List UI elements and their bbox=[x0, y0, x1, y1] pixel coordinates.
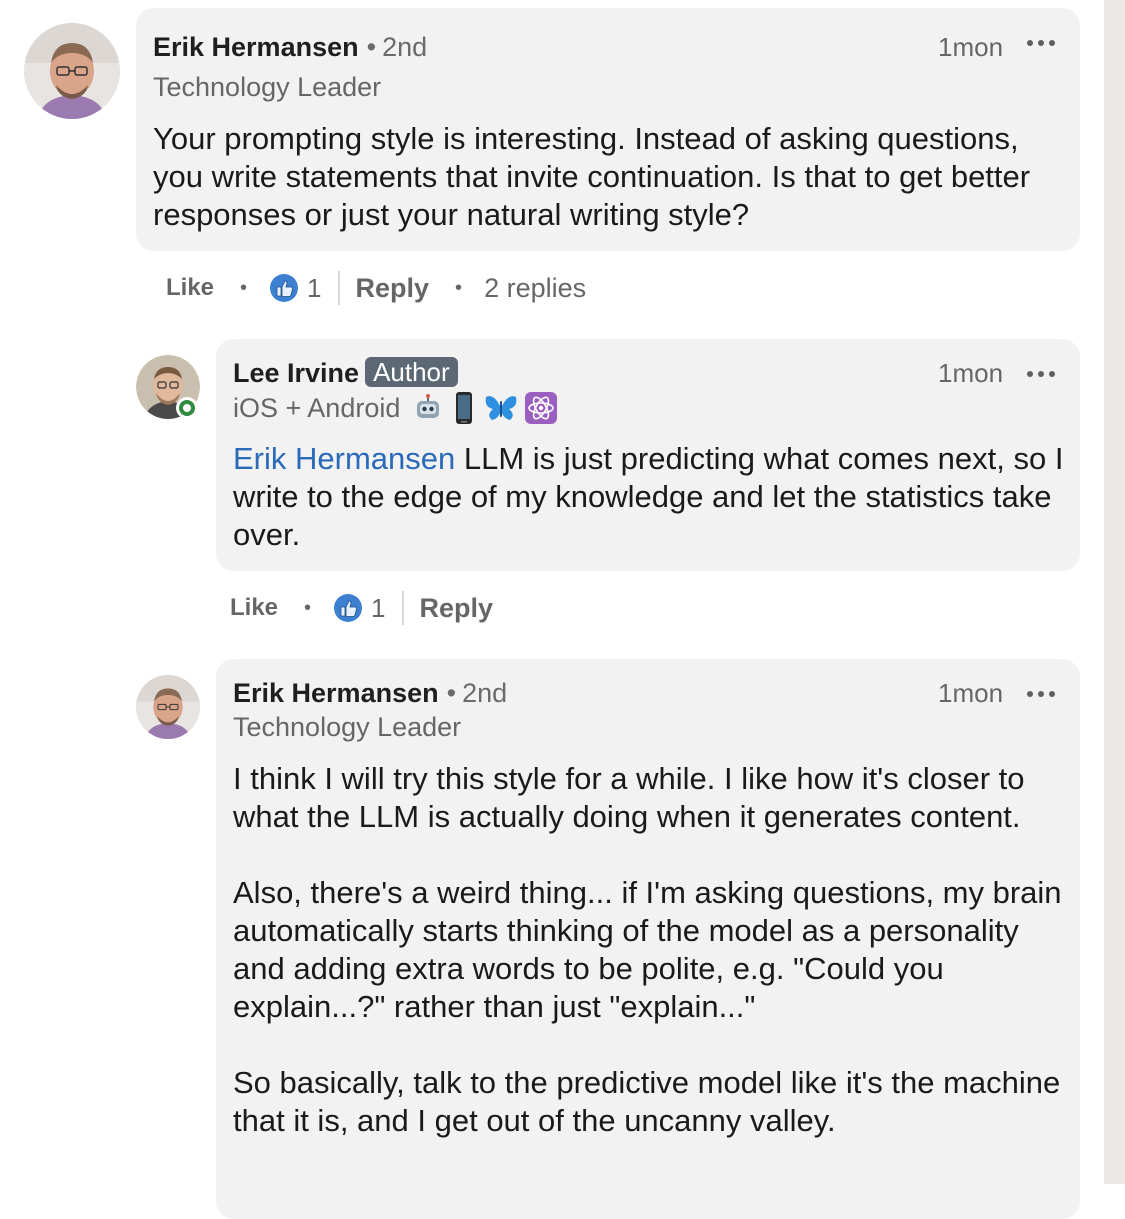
author-badge: Author bbox=[365, 357, 458, 387]
comment-text: Your prompting style is interesting. Ins… bbox=[153, 121, 1031, 232]
author-headline: Technology Leader bbox=[233, 712, 462, 742]
divider bbox=[401, 591, 404, 625]
author-name[interactable]: Lee Irvine bbox=[233, 358, 359, 388]
reaction-count[interactable]: 1 bbox=[307, 272, 321, 304]
reply-time: 1mon bbox=[938, 358, 1004, 388]
avatar-lee-irvine[interactable] bbox=[136, 355, 200, 419]
like-button[interactable]: Like bbox=[166, 272, 214, 304]
more-options-icon[interactable] bbox=[1027, 689, 1057, 699]
author-headline: Technology Leader bbox=[153, 72, 382, 102]
reply-text: Erik Hermansen LLM is just predicting wh… bbox=[233, 440, 1068, 554]
connection-degree: 2nd bbox=[462, 678, 508, 708]
separator-dot: • bbox=[304, 597, 312, 619]
separator-dot: • bbox=[366, 32, 377, 62]
avatar-erik-hermansen[interactable] bbox=[24, 23, 120, 119]
robot-icon bbox=[417, 394, 440, 418]
mention-link[interactable]: Erik Hermansen bbox=[233, 441, 455, 476]
replies-count-link[interactable]: 2 replies bbox=[484, 272, 586, 304]
online-status-indicator bbox=[176, 397, 198, 419]
author-name[interactable]: Erik Hermansen bbox=[153, 32, 359, 62]
reply-button[interactable]: Reply bbox=[356, 272, 430, 304]
more-options-icon[interactable] bbox=[1027, 369, 1057, 379]
connection-degree: 2nd bbox=[382, 32, 428, 62]
divider bbox=[337, 271, 340, 305]
comment-author-line: Erik Hermansen • 2nd bbox=[153, 31, 427, 63]
comment-actions: Like • 1 Reply • 2 replies bbox=[166, 271, 586, 305]
reaction-count[interactable]: 1 bbox=[371, 592, 385, 624]
comment-time: 1mon bbox=[938, 32, 1004, 62]
butterfly-icon bbox=[485, 396, 517, 420]
separator-dot: • bbox=[455, 277, 463, 299]
author-headline-line: iOS + Android bbox=[233, 391, 558, 425]
right-scroll-gutter bbox=[1104, 0, 1125, 1184]
reply-actions: Like • 1 Reply bbox=[230, 591, 493, 625]
avatar-photo-icon bbox=[24, 23, 120, 119]
reply-paragraph: I think I will try this style for a whil… bbox=[233, 761, 1025, 834]
reply-author-line: Erik Hermansen • 2nd bbox=[233, 677, 507, 709]
atom-icon bbox=[525, 392, 558, 424]
reply-paragraph: Also, there's a weird thing... if I'm as… bbox=[233, 875, 1062, 1024]
separator-dot: • bbox=[240, 277, 248, 299]
reply-text: I think I will try this style for a whil… bbox=[233, 760, 1068, 1140]
more-options-icon[interactable] bbox=[1027, 38, 1057, 48]
avatar-photo-icon bbox=[136, 675, 200, 739]
like-reaction-icon[interactable] bbox=[269, 273, 299, 303]
like-button[interactable]: Like bbox=[230, 592, 278, 624]
reply-paragraph: So basically, talk to the predictive mod… bbox=[233, 1065, 1061, 1138]
reply-time: 1mon bbox=[938, 678, 1004, 708]
phone-icon bbox=[456, 392, 473, 424]
like-reaction-icon[interactable] bbox=[333, 593, 363, 623]
reply-author-line: Lee Irvine Author bbox=[233, 357, 458, 389]
reply-button[interactable]: Reply bbox=[420, 592, 494, 624]
author-name[interactable]: Erik Hermansen bbox=[233, 678, 439, 708]
author-headline: iOS + Android bbox=[233, 393, 401, 423]
separator-dot: • bbox=[446, 678, 457, 708]
avatar-erik-hermansen[interactable] bbox=[136, 675, 200, 739]
